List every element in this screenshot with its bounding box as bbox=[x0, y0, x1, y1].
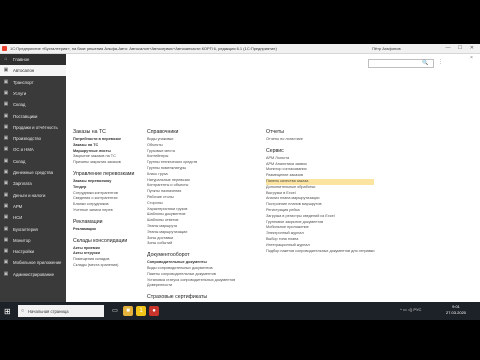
sidebar-item-label: АРМ bbox=[13, 203, 23, 209]
app-red-icon[interactable]: ● bbox=[149, 306, 159, 316]
section-title: Сервис bbox=[266, 147, 284, 154]
wallet-icon: ▣ bbox=[3, 180, 9, 187]
sidebar-item-label: ОС и НМА bbox=[13, 147, 34, 153]
sidebar-item-label: Деньги и налоги bbox=[13, 192, 46, 198]
window-controls[interactable]: — ☐ ✕ bbox=[446, 45, 477, 51]
app-window: 1С:Предприятие «Бухгалтерия», на базе ре… bbox=[0, 44, 480, 302]
money-icon: ▣ bbox=[3, 191, 9, 198]
ledger-icon: ▣ bbox=[3, 225, 9, 232]
sidebar-item-label: Поставщики bbox=[13, 113, 38, 119]
chart-icon: ▣ bbox=[3, 236, 9, 243]
gear-icon: ▣ bbox=[3, 248, 9, 255]
clock-date: 27.03.2020 bbox=[446, 310, 467, 315]
sidebar-item[interactable]: ▣ Продажи и отчётность bbox=[0, 122, 66, 133]
sidebar-item-label: Бухгалтерия bbox=[13, 226, 38, 232]
window-title: 1С:Предприятие «Бухгалтерия», на базе ре… bbox=[10, 46, 277, 51]
sidebar-item-label: Склад bbox=[13, 102, 26, 108]
sidebar-item-label: Монитор bbox=[13, 237, 31, 243]
close-icon[interactable]: × bbox=[470, 55, 473, 61]
windows-taskbar: ⊞ ○ Начальная страница ▭ ■ 1 ● ^ ▭ ◁) РУС 9… bbox=[0, 302, 480, 320]
sidebar-item-label: Транспорт bbox=[13, 79, 34, 85]
home-icon: ⌂ bbox=[4, 56, 8, 62]
taskbar-search[interactable]: ○ Начальная страница bbox=[18, 305, 104, 317]
monitor-icon: ▣ bbox=[3, 202, 9, 209]
sidebar-item-label: Настройки bbox=[13, 249, 35, 255]
panel-column-1: Заказы на ТС Потребности в перевозке Заказ… bbox=[73, 128, 134, 269]
more-actions-icon[interactable]: ⋮ bbox=[438, 59, 443, 65]
windows-start-icon[interactable]: ⊞ bbox=[4, 307, 11, 316]
sidebar-item[interactable]: ▣ ОС и НМА bbox=[0, 144, 66, 155]
cart-icon: ▣ bbox=[3, 123, 9, 130]
app-logo-icon bbox=[2, 46, 7, 51]
building-icon: ▣ bbox=[3, 146, 9, 153]
sidebar-item[interactable]: ▣ Услуги bbox=[0, 88, 66, 99]
sidebar-item-label: Производство bbox=[13, 136, 42, 142]
window-titlebar: 1С:Предприятие «Бухгалтерия», на базе ре… bbox=[0, 44, 480, 54]
sidebar-item-label: Продажи и отчётность bbox=[13, 124, 58, 130]
phone-icon: ▣ bbox=[3, 259, 9, 266]
panel-column-2: Справочники Виды упаковки Объекты Грузовые … bbox=[147, 128, 235, 302]
system-tray[interactable]: ^ ▭ ◁) РУС bbox=[400, 307, 421, 312]
panel-link[interactable]: Склады (места хранения) bbox=[73, 263, 134, 269]
section-title: Управление перевозками bbox=[73, 170, 135, 177]
wrench-icon: ▣ bbox=[3, 89, 9, 96]
sidebar-item-label: Услуги bbox=[13, 90, 27, 96]
coins-icon: ▣ bbox=[3, 169, 9, 175]
sidebar-item[interactable]: ▣ Автосалон bbox=[0, 65, 66, 77]
sidebar-item-label: Мобильное приложение bbox=[13, 260, 62, 266]
current-user[interactable]: Пётр Агафонов bbox=[372, 46, 401, 51]
sidebar-item[interactable]: ▣ Транспорт bbox=[0, 77, 66, 88]
section-title: Страховые сертификаты bbox=[147, 294, 208, 301]
sidebar-item[interactable]: ▣ Деньги и налоги bbox=[0, 190, 66, 201]
sidebar-item[interactable]: ▣ АРМ bbox=[0, 201, 66, 212]
sidebar-item[interactable]: ▣ Мобильное приложение bbox=[0, 257, 66, 268]
factory-icon: ▣ bbox=[3, 135, 9, 142]
section-title: Отчеты bbox=[266, 129, 284, 135]
panel-column-3: Отчеты Отчеты по логистике Сервис АРМ Логис… bbox=[266, 128, 375, 255]
section-title: Справочники bbox=[147, 129, 179, 135]
section-title: Склады консолидации bbox=[73, 237, 128, 244]
sidebar-item-label: Склад bbox=[13, 158, 26, 164]
sidebar-item[interactable]: ▣ Настройки bbox=[0, 246, 66, 257]
sidebar-item[interactable]: ▣ Производство bbox=[0, 133, 66, 144]
sidebar-item[interactable]: ▣ Поставщики bbox=[0, 111, 66, 122]
book-icon: ▣ bbox=[3, 214, 9, 221]
taskbar-clock[interactable]: 9:01 27.03.2020 bbox=[446, 304, 466, 316]
section-title: Документооборот bbox=[147, 252, 190, 259]
app-1c-icon[interactable]: 1 bbox=[136, 306, 146, 316]
sidebar-item[interactable]: ▣ Склад bbox=[0, 99, 66, 110]
sidebar-item[interactable]: ▣ НСИ bbox=[0, 212, 66, 223]
section-title: Рекламации bbox=[73, 218, 103, 225]
sidebar-item-label: НСИ bbox=[13, 215, 23, 221]
sidebar-item[interactable]: ▣ Монитор bbox=[0, 235, 66, 246]
people-icon: ▣ bbox=[3, 112, 9, 119]
section-title: Заказы на ТС bbox=[73, 129, 106, 135]
sidebar-item[interactable]: ▣ Администрирование bbox=[0, 269, 66, 280]
function-panel: 🔍 ⋮ × Заказы на ТС Потребности в перевозк… bbox=[66, 54, 480, 302]
search-icon[interactable]: 🔍 bbox=[422, 60, 428, 66]
stack-icon: ▣ bbox=[3, 157, 9, 164]
sidebar-item-label: Администрирование bbox=[13, 271, 54, 277]
sidebar-item-label: Автосалон bbox=[13, 68, 35, 74]
box-icon: ▣ bbox=[3, 101, 9, 108]
task-view-icon[interactable]: ▭ bbox=[110, 306, 120, 316]
sidebar-item[interactable]: ▣ Денежные средства bbox=[0, 167, 66, 178]
sidebar-item[interactable]: ⌂ Главное bbox=[0, 54, 66, 65]
sidebar-item[interactable]: ▣ Бухгалтерия bbox=[0, 224, 66, 235]
sidebar-item[interactable]: ▣ Зарплата bbox=[0, 178, 66, 189]
panel-link[interactable]: Подбор пакетов сопроводительных документ… bbox=[266, 249, 374, 255]
sidebar-item-label: Главное bbox=[13, 57, 30, 62]
taskbar-search-text: Начальная страница bbox=[28, 309, 69, 314]
truck-icon: ▣ bbox=[3, 78, 9, 85]
taskbar-search-icon: ○ bbox=[21, 308, 25, 314]
search-input[interactable]: 🔍 bbox=[368, 59, 434, 68]
sidebar-item-label: Денежные средства bbox=[13, 170, 54, 175]
admin-icon: ▣ bbox=[3, 270, 9, 277]
sections-sidebar: ⌂ Главное ▣ Автосалон ▣ Транспорт ▣ Услуги ▣ Скла… bbox=[0, 54, 66, 302]
car-icon: ▣ bbox=[3, 67, 9, 74]
sidebar-item-label: Зарплата bbox=[13, 181, 32, 187]
explorer-icon[interactable]: ■ bbox=[123, 306, 133, 316]
sidebar-item[interactable]: ▣ Склад bbox=[0, 156, 66, 167]
